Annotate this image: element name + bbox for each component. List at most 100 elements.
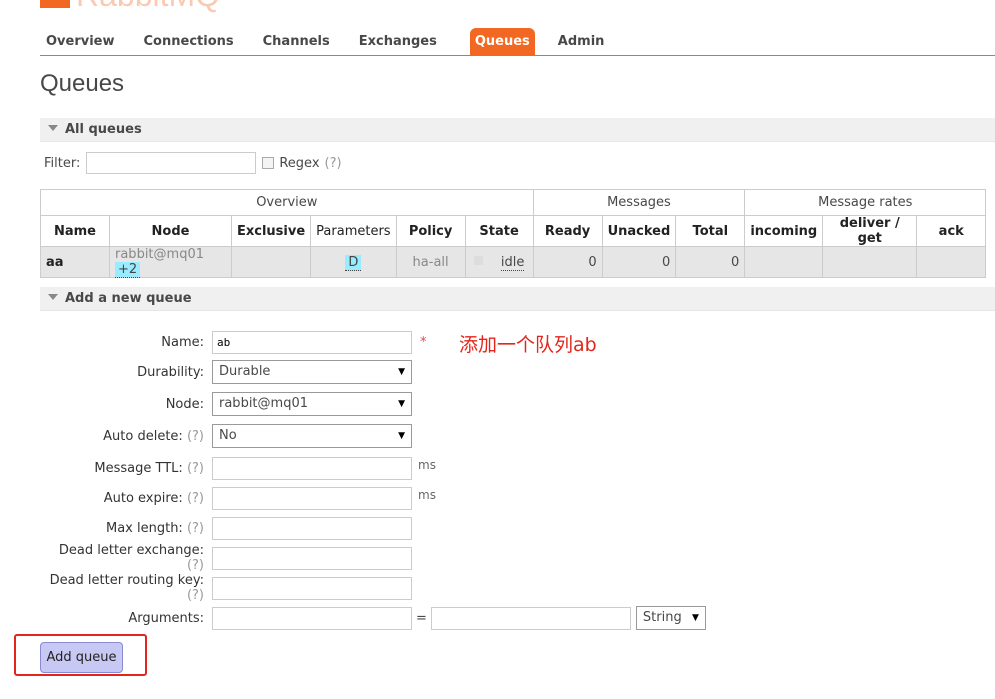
auto-delete-help[interactable]: (?) <box>187 429 204 444</box>
ttl-row: Message TTL: (?) ms <box>40 456 436 480</box>
nav-queues[interactable]: Queues <box>469 28 535 55</box>
expire-unit: ms <box>418 488 436 502</box>
max-length-input[interactable] <box>212 516 412 540</box>
col-unacked[interactable]: Unacked <box>601 215 677 247</box>
regex-help-link[interactable]: (?) <box>325 156 342 171</box>
node-row: Node: rabbit@mq01 ▼ <box>40 392 412 416</box>
ttl-label-wrap: Message TTL: (?) <box>40 461 212 476</box>
regex-checkbox[interactable] <box>262 157 275 169</box>
queue-exclusive <box>230 246 312 278</box>
durable-badge: D <box>345 254 362 271</box>
queue-ready: 0 <box>532 246 603 278</box>
col-total[interactable]: Total <box>675 215 746 247</box>
node-mirrors-badge: +2 <box>115 262 141 278</box>
nav-admin[interactable]: Admin <box>552 28 611 55</box>
queue-name-input[interactable] <box>212 330 412 354</box>
message-ttl-input[interactable] <box>212 456 412 480</box>
col-ack[interactable]: ack <box>916 215 987 247</box>
durability-label: Durability: <box>137 364 204 380</box>
queue-node-value: rabbit@mq01 <box>115 247 204 262</box>
page-title: Queues <box>40 70 125 97</box>
col-deliver-get[interactable]: deliver / get <box>822 215 918 247</box>
dlrk-help[interactable]: (?) <box>187 588 204 603</box>
filter-input[interactable] <box>86 152 257 174</box>
dle-label-wrap: Dead letter exchange: (?) <box>40 543 212 573</box>
annotation-text: 添加一个队列ab <box>459 334 597 356</box>
dropdown-arrow-icon: ▼ <box>398 431 405 441</box>
ttl-help[interactable]: (?) <box>187 461 204 476</box>
group-message-rates: Message rates <box>744 189 987 216</box>
queue-policy: ha-all <box>395 246 466 278</box>
queues-table: Overview Messages Message rates Name Nod… <box>40 189 987 278</box>
auto-delete-label-wrap: Auto delete: (?) <box>40 429 212 444</box>
ttl-label: Message TTL: <box>94 460 183 476</box>
queue-incoming <box>744 246 824 278</box>
filter-bar: Filter: Regex (?) <box>44 152 342 174</box>
col-ready[interactable]: Ready <box>532 215 603 247</box>
queue-ack <box>916 246 987 278</box>
rabbitmq-logo: RabbitMQ <box>40 0 220 11</box>
dropdown-arrow-icon: ▼ <box>691 613 699 623</box>
argument-value-input[interactable] <box>430 606 631 630</box>
regex-label: Regex <box>279 155 320 171</box>
logo-mark-icon <box>40 0 70 8</box>
node-select[interactable]: rabbit@mq01 ▼ <box>212 392 412 416</box>
max-length-label: Max length: <box>105 520 183 536</box>
durability-select[interactable]: Durable ▼ <box>212 360 412 384</box>
expire-help[interactable]: (?) <box>187 491 204 506</box>
nav-exchanges[interactable]: Exchanges <box>353 28 443 55</box>
queue-total: 0 <box>675 246 746 278</box>
arguments-label: Arguments: <box>128 610 204 626</box>
collapse-triangle-icon <box>48 294 58 300</box>
state-value: idle <box>500 254 525 271</box>
logo-word: RabbitMQ <box>76 0 220 11</box>
dle-row: Dead letter exchange: (?) <box>40 543 412 573</box>
collapse-triangle-icon <box>48 125 58 131</box>
group-overview: Overview <box>40 189 534 216</box>
ttl-unit: ms <box>418 458 436 472</box>
auto-delete-label: Auto delete: <box>103 428 183 444</box>
col-policy[interactable]: Policy <box>395 215 466 247</box>
max-length-label-wrap: Max length: (?) <box>40 521 212 536</box>
max-length-help[interactable]: (?) <box>187 521 204 536</box>
expire-label: Auto expire: <box>103 490 183 506</box>
nav-connections[interactable]: Connections <box>138 28 240 55</box>
node-label: Node: <box>165 396 204 412</box>
all-queues-toggle[interactable]: All queues <box>40 118 995 142</box>
dropdown-arrow-icon: ▼ <box>398 399 405 409</box>
dropdown-arrow-icon: ▼ <box>398 367 405 377</box>
col-state[interactable]: State <box>464 215 534 247</box>
main-nav: Overview Connections Channels Exchanges … <box>40 28 995 56</box>
table-row: aa rabbit@mq01 +2 D ha-all idle 0 0 0 <box>40 246 987 278</box>
col-exclusive[interactable]: Exclusive <box>230 215 312 247</box>
add-queue-button[interactable]: Add queue <box>40 642 123 673</box>
queue-parameters: D <box>310 246 397 278</box>
argument-type-select[interactable]: String ▼ <box>635 606 706 630</box>
add-queue-toggle[interactable]: Add a new queue <box>40 287 995 311</box>
queue-name-link[interactable]: aa <box>40 246 110 278</box>
auto-expire-input[interactable] <box>212 486 412 510</box>
auto-delete-select[interactable]: No ▼ <box>212 424 412 448</box>
expire-label-wrap: Auto expire: (?) <box>40 491 212 506</box>
dead-letter-routing-key-input[interactable] <box>212 576 412 600</box>
dlrk-row: Dead letter routing key: (?) <box>40 573 412 603</box>
col-name[interactable]: Name <box>40 215 110 247</box>
argument-type-value: String <box>642 610 682 625</box>
queue-deliver-get <box>822 246 918 278</box>
auto-delete-row: Auto delete: (?) No ▼ <box>40 424 412 448</box>
dle-help[interactable]: (?) <box>187 558 204 573</box>
dlrk-label-wrap: Dead letter routing key: (?) <box>40 573 212 603</box>
name-row: Name: * <box>40 330 427 354</box>
nav-overview[interactable]: Overview <box>40 28 121 55</box>
expire-row: Auto expire: (?) ms <box>40 486 436 510</box>
durability-row: Durability: Durable ▼ <box>40 360 412 384</box>
argument-key-input[interactable] <box>212 606 412 630</box>
name-label: Name: <box>161 334 204 350</box>
dlrk-label: Dead letter routing key: <box>49 573 204 588</box>
dle-label: Dead letter exchange: <box>58 543 204 558</box>
col-incoming[interactable]: incoming <box>744 215 824 247</box>
dead-letter-exchange-input[interactable] <box>212 546 412 570</box>
equals-sign: = <box>416 610 427 626</box>
col-node[interactable]: Node <box>109 215 232 247</box>
nav-channels[interactable]: Channels <box>257 28 336 55</box>
